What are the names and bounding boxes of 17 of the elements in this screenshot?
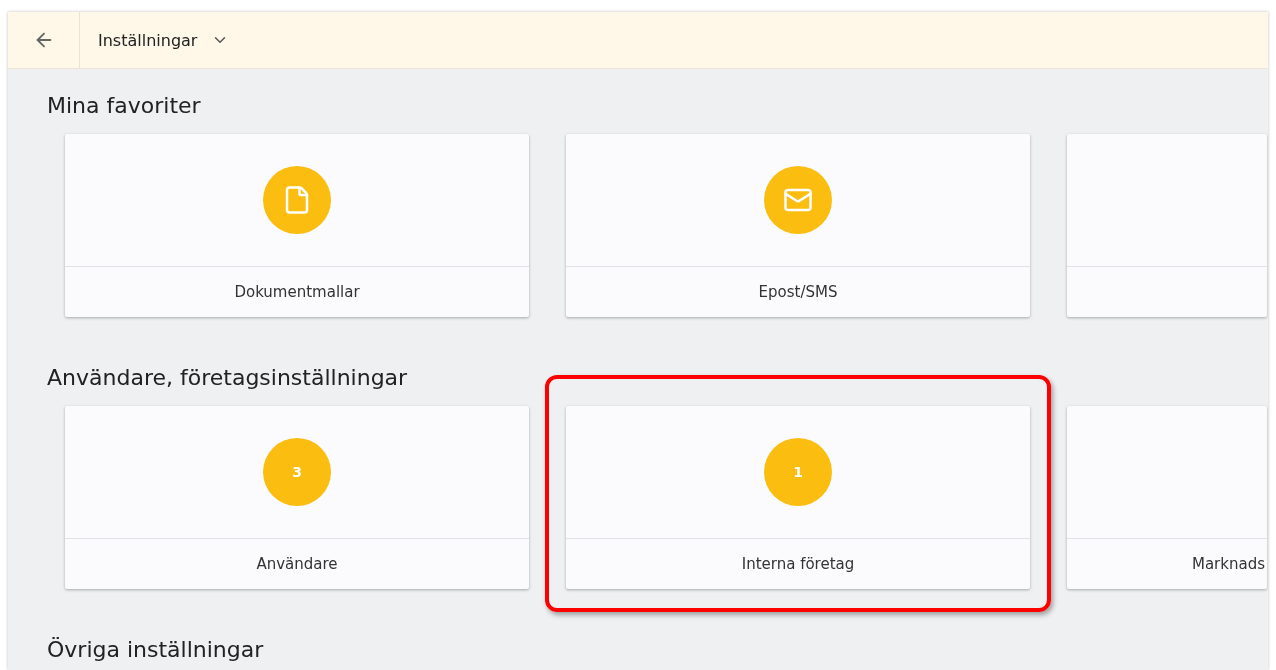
section-title: Mina favoriter	[47, 93, 202, 118]
settings-card[interactable]: Marknads	[1067, 406, 1267, 589]
card-label: Epost/SMS	[758, 283, 838, 301]
settings-card[interactable]	[1067, 134, 1267, 317]
card-label: Interna företag	[741, 555, 855, 573]
title-dropdown[interactable]: Inställningar	[98, 30, 230, 50]
card-label: Dokumentmallar	[234, 283, 360, 301]
settings-card[interactable]: Epost/SMS	[566, 134, 1030, 317]
section-title: Användare, företagsinställningar	[47, 365, 409, 390]
settings-card[interactable]: 3 Användare	[65, 406, 529, 589]
card-label: Användare	[256, 555, 338, 573]
card-label: Marknads	[1191, 555, 1265, 573]
count-badge: 3	[263, 438, 331, 506]
section-title: Övriga inställningar	[47, 637, 265, 662]
count-badge: 1	[764, 438, 832, 506]
settings-card[interactable]: 1 Interna företag	[566, 406, 1030, 589]
settings-card[interactable]: Dokumentmallar	[65, 134, 529, 317]
